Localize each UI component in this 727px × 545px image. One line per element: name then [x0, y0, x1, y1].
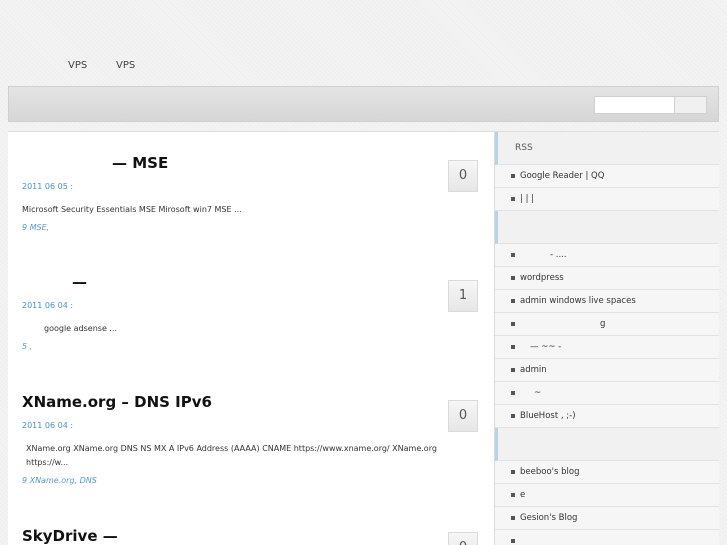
comment-count-badge[interactable]: 0: [448, 160, 478, 192]
sidebar-heading: [495, 428, 719, 461]
top-navigation: VPS VPS: [0, 0, 727, 86]
sidebar-item-label: admin windows live spaces: [520, 296, 636, 306]
post-excerpt: Microsoft Security Essentials MSE Miroso…: [22, 205, 242, 214]
post-list: — MSE 2011 06 05 : Microsoft Security Es…: [8, 132, 494, 545]
nav-item-vps-2[interactable]: VPS: [116, 60, 135, 71]
bullet-icon: [511, 390, 515, 395]
sidebar-item[interactable]: admin: [495, 359, 719, 382]
sidebar-item[interactable]: — ~~ -: [495, 336, 719, 359]
sidebar-item-label: wordpress: [520, 273, 564, 283]
bullet-icon: [511, 515, 515, 520]
sidebar: RSS Google Reader | QQ | | | - .... word…: [494, 132, 719, 545]
bullet-icon: [511, 252, 515, 257]
post-item: — MSE 2011 06 05 : Microsoft Security Es…: [22, 154, 482, 232]
sidebar-item[interactable]: beeboo's blog: [495, 461, 719, 484]
bullet-icon: [511, 367, 515, 372]
sidebar-item-label: | | |: [520, 194, 534, 204]
post-title[interactable]: —: [22, 273, 482, 293]
bullet-icon: [511, 469, 515, 474]
bullet-icon: [511, 173, 515, 178]
sidebar-item[interactable]: BlueHost , ;-): [495, 405, 719, 428]
sidebar-item[interactable]: e: [495, 484, 719, 507]
sidebar-item[interactable]: | | |: [495, 188, 719, 211]
sidebar-item-label: admin: [520, 365, 547, 375]
sidebar-item-label: — ~~ -: [530, 342, 562, 352]
comment-count-badge[interactable]: 1: [448, 280, 478, 312]
sidebar-item-label: e: [520, 490, 526, 500]
sidebar-heading-rss[interactable]: RSS: [495, 132, 719, 165]
sidebar-item[interactable]: - ....: [495, 244, 719, 267]
post-meta: 2011 06 04 :: [22, 301, 74, 310]
nav-item-vps-1[interactable]: VPS: [68, 60, 87, 71]
bullet-icon: [511, 492, 515, 497]
sidebar-item-label: ~: [534, 388, 542, 398]
post-meta: 2011 06 05 :: [22, 182, 74, 191]
post-title[interactable]: XName.org – DNS IPv6: [22, 393, 482, 413]
sidebar-item[interactable]: ~: [495, 382, 719, 405]
post-excerpt: XName.org XName.org DNS NS MX A IPv6 Add…: [26, 444, 437, 467]
search-button[interactable]: [674, 96, 707, 114]
sidebar-item-label: - ....: [550, 250, 567, 260]
post-tags[interactable]: 9 MSE,: [22, 223, 482, 232]
main-panel: — MSE 2011 06 05 : Microsoft Security Es…: [8, 131, 719, 545]
post-item: — 2011 06 04 : google adsense ... 5 ,: [22, 273, 482, 351]
sidebar-item[interactable]: wordpress: [495, 267, 719, 290]
sidebar-item-label: beeboo's blog: [520, 467, 580, 477]
sidebar-item[interactable]: Google Reader | QQ: [495, 165, 719, 188]
bullet-icon: [511, 413, 515, 418]
post-excerpt: google adsense ...: [44, 324, 118, 333]
sidebar-item[interactable]: [495, 530, 719, 545]
comment-count-badge[interactable]: 0: [448, 532, 478, 545]
sidebar-item-label: BlueHost , ;-): [520, 411, 576, 421]
sidebar-item-label: g: [600, 319, 606, 329]
sidebar-item-label: Gesion's Blog: [520, 513, 578, 523]
bullet-icon: [511, 298, 515, 303]
sidebar-item[interactable]: g: [495, 313, 719, 336]
search-input[interactable]: [594, 96, 674, 114]
sidebar-item[interactable]: admin windows live spaces: [495, 290, 719, 313]
bullet-icon: [511, 321, 515, 326]
sidebar-item-label: Google Reader | QQ: [520, 171, 605, 181]
post-title[interactable]: SkyDrive —: [22, 527, 482, 545]
bullet-icon: [511, 538, 515, 543]
bullet-icon: [511, 196, 515, 201]
post-item: XName.org – DNS IPv6 2011 06 04 : XName.…: [22, 393, 482, 485]
comment-count-badge[interactable]: 0: [448, 400, 478, 432]
post-meta: 2011 06 04 :: [22, 421, 74, 430]
post-tags[interactable]: 5 ,: [22, 342, 482, 351]
bullet-icon: [511, 275, 515, 280]
header-bar: [8, 86, 719, 122]
post-item: SkyDrive —: [22, 527, 482, 545]
sidebar-heading: [495, 211, 719, 244]
sidebar-item[interactable]: Gesion's Blog: [495, 507, 719, 530]
post-title[interactable]: — MSE: [22, 154, 482, 174]
post-tags[interactable]: 9 XName.org, DNS: [22, 476, 482, 485]
bullet-icon: [511, 344, 515, 349]
